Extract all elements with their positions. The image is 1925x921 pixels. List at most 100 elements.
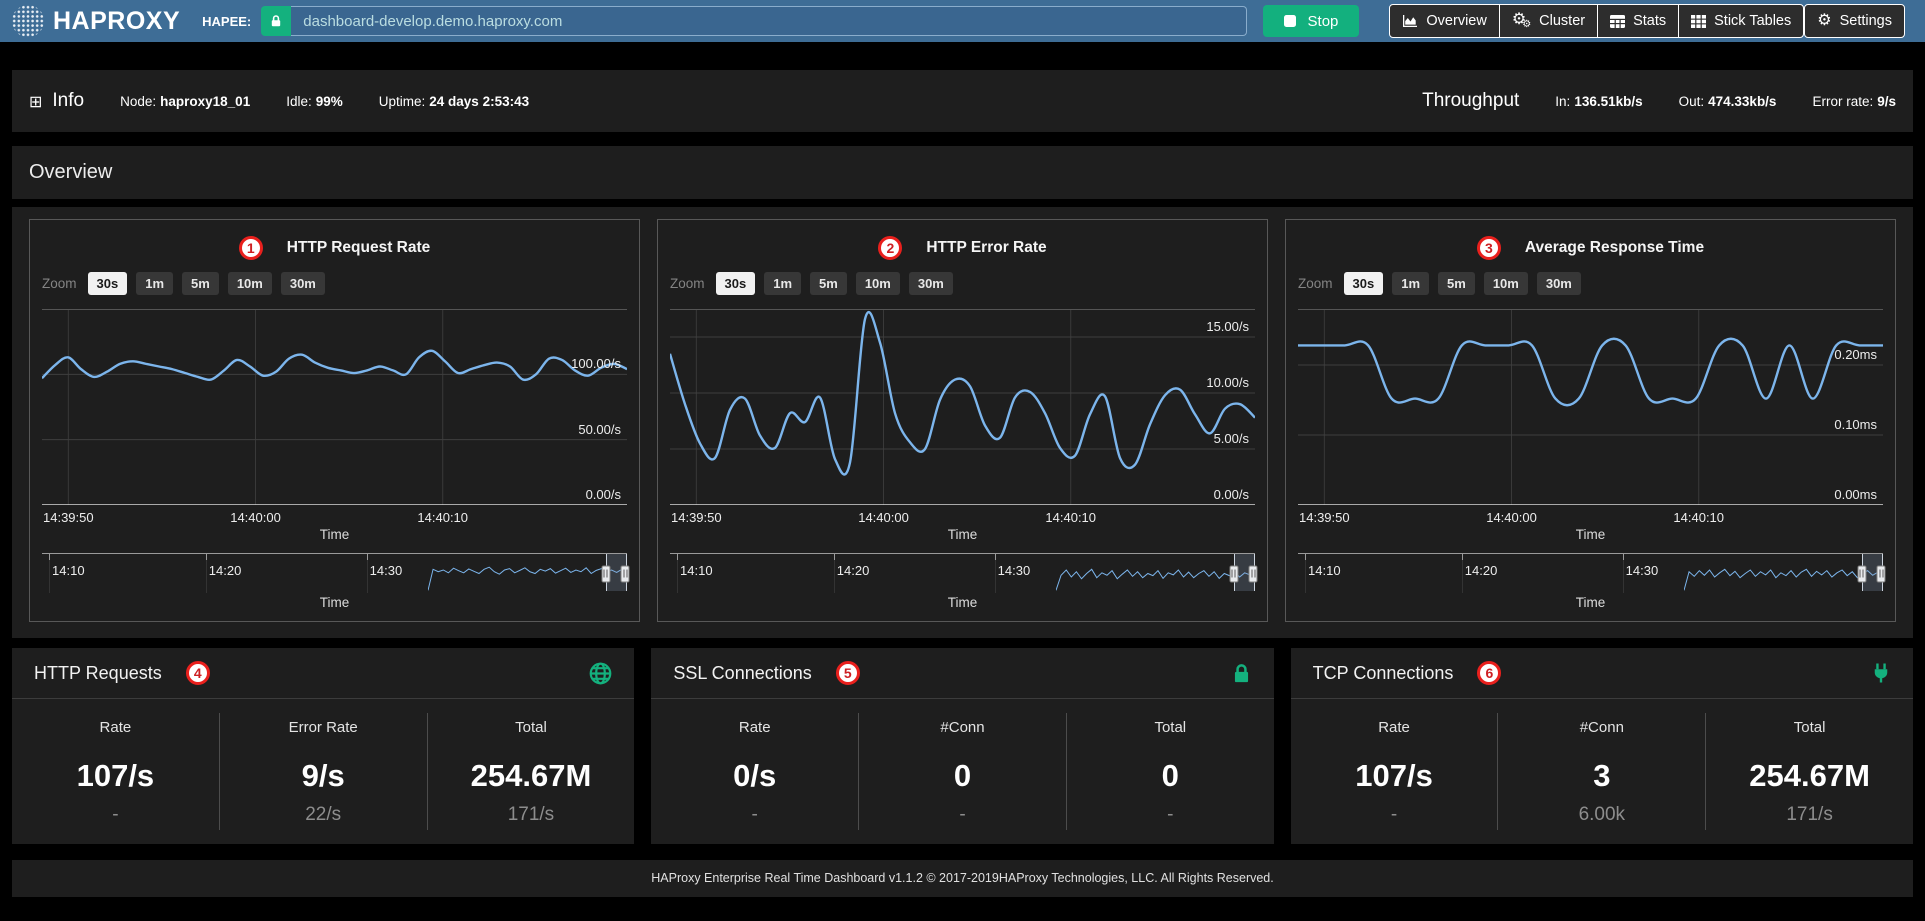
navigator-handle-right[interactable] (1877, 565, 1886, 582)
throughput-out-field: Out:474.33kb/s (1679, 94, 1777, 109)
navigator-tick (367, 554, 368, 560)
haproxy-logo-icon (12, 5, 44, 37)
x-axis-label: 14:39:50 (43, 510, 94, 525)
info-title-label: Info (52, 90, 84, 112)
metric-card-header: SSL Connections 5 (651, 648, 1273, 699)
stats-button[interactable]: Stats (1597, 4, 1679, 38)
navigator-tick-label: 14:30 (1626, 563, 1659, 578)
info-toggle[interactable]: ⊞ Info (29, 90, 84, 112)
metric-card: HTTP Requests 4 Rate107/s-Error Rate9/s2… (12, 648, 634, 844)
brand-title: HAPROXY (53, 7, 180, 36)
metric-sub-value: - (12, 804, 219, 830)
zoom-preset-30m[interactable]: 30m (909, 272, 953, 295)
top-navbar: HAPROXY HAPEE: dashboard-develop.demo.ha… (0, 0, 1925, 42)
navigator-handle-left[interactable] (601, 565, 610, 582)
lock-icon (269, 14, 283, 28)
grid-icon (1691, 15, 1706, 28)
zoom-control: Zoom 30s 1m 5m 10m 30m (1298, 272, 1883, 309)
zoom-preset-30m[interactable]: 30m (281, 272, 325, 295)
navigator-sparkline (428, 554, 627, 593)
zoom-preset-1m[interactable]: 1m (136, 272, 173, 295)
metric-sub-value: 6.00k (1498, 804, 1705, 830)
navigator-tick (1305, 554, 1306, 560)
metric-cards-row: HTTP Requests 4 Rate107/s-Error Rate9/s2… (12, 648, 1913, 844)
x-axis-label: 14:39:50 (1299, 510, 1350, 525)
gear-icon: ⚙ (1817, 13, 1831, 29)
ssl-lock-button[interactable] (261, 6, 291, 36)
table-icon (1610, 15, 1625, 28)
chart-panel: 1 HTTP Request Rate Zoom 30s1m5m10m30m 1… (29, 219, 640, 622)
zoom-preset-1m[interactable]: 1m (764, 272, 801, 295)
metric-card-header: HTTP Requests 4 (12, 648, 634, 699)
idle-field: Idle:99% (286, 94, 343, 109)
line-chart-svg (670, 309, 1255, 505)
y-axis-label: 0.00/s (1214, 487, 1249, 505)
navigator-tick (1462, 554, 1463, 560)
chart-navigator[interactable]: 14:1014:2014:30 (670, 553, 1255, 593)
chart-title-row: 2 HTTP Error Rate (670, 228, 1255, 272)
metric-sub-value: - (859, 804, 1066, 830)
stats-button-label: Stats (1633, 13, 1666, 29)
chart-navigator[interactable]: 14:1014:2014:30 (1298, 553, 1883, 593)
step-badge: 2 (878, 236, 902, 260)
zoom-preset-10m[interactable]: 10m (856, 272, 900, 295)
zoom-preset-10m[interactable]: 10m (228, 272, 272, 295)
metric-sub-value: 22/s (220, 804, 427, 830)
x-axis-label: 14:39:50 (671, 510, 722, 525)
metric-card-title: SSL Connections (673, 663, 811, 684)
cluster-button-label: Cluster (1539, 13, 1585, 29)
info-bar: ⊞ Info Node:haproxy18_01 Idle:99% Uptime… (12, 70, 1913, 132)
navigator-tick (677, 554, 678, 560)
plug-icon (1871, 663, 1891, 683)
zoom-preset-30s[interactable]: 30s (716, 272, 756, 295)
step-badge: 1 (239, 236, 263, 260)
metric-column-header: Rate (651, 713, 858, 758)
navigator-tick-label: 14:20 (209, 563, 242, 578)
navigator-tick (834, 554, 835, 560)
zoom-preset-5m[interactable]: 5m (810, 272, 847, 295)
navigator-handle-right[interactable] (621, 565, 630, 582)
zoom-preset-1m[interactable]: 1m (1392, 272, 1429, 295)
zoom-preset-10m[interactable]: 10m (1484, 272, 1528, 295)
chart-navigator[interactable]: 14:1014:2014:30 (42, 553, 627, 593)
overview-button[interactable]: Overview (1389, 4, 1499, 38)
stick-tables-button[interactable]: Stick Tables (1678, 4, 1804, 38)
throughput-title: Throughput (1422, 90, 1519, 112)
plus-square-icon: ⊞ (29, 92, 42, 112)
navigator-handle-left[interactable] (1857, 565, 1866, 582)
url-input[interactable]: dashboard-develop.demo.haproxy.com (291, 6, 1246, 36)
zoom-preset-30m[interactable]: 30m (1537, 272, 1581, 295)
zoom-preset-5m[interactable]: 5m (182, 272, 219, 295)
metric-value: 107/s (1291, 758, 1498, 804)
y-axis-label: 0.20ms (1834, 347, 1877, 365)
navigator-handle-left[interactable] (1229, 565, 1238, 582)
y-axis-label: 0.00/s (586, 487, 621, 505)
x-axis-label: 14:40:00 (1486, 510, 1537, 525)
zoom-preset-30s[interactable]: 30s (1344, 272, 1384, 295)
navigator-tick-label: 14:10 (52, 563, 85, 578)
zoom-preset-5m[interactable]: 5m (1438, 272, 1475, 295)
y-axis-label: 10.00/s (1206, 375, 1249, 393)
navigator-tick (995, 554, 996, 560)
x-axis-labels: 14:39:5014:40:0014:40:10 (670, 507, 1255, 527)
navigator-tick-label: 14:10 (1308, 563, 1341, 578)
stop-button[interactable]: Stop (1263, 5, 1360, 37)
zoom-preset-30s[interactable]: 30s (88, 272, 128, 295)
cluster-button[interactable]: ⚙⚙ Cluster (1499, 4, 1598, 38)
navigator-handle-right[interactable] (1249, 565, 1258, 582)
settings-button[interactable]: ⚙ Settings (1804, 4, 1905, 38)
charts-row: 1 HTTP Request Rate Zoom 30s 1m 5m 10m 30m 1… (12, 207, 1913, 638)
metric-card-columns: Rate107/s-Error Rate9/s22/sTotal254.67M1… (12, 699, 634, 838)
metric-column-header: #Conn (859, 713, 1066, 758)
metric-column: #Conn0- (858, 713, 1066, 830)
zoom-label: Zoom (1298, 276, 1333, 291)
chart-panel: 2 HTTP Error Rate Zoom 30s1m5m10m30m 15.… (657, 219, 1268, 622)
metric-column-header: Error Rate (220, 713, 427, 758)
throughput-in-field: In:136.51kb/s (1555, 94, 1642, 109)
metric-column-header: #Conn (1498, 713, 1705, 758)
chart-title: HTTP Request Rate (287, 239, 431, 257)
lock-icon (1231, 663, 1252, 684)
navigator-tick-label: 14:10 (680, 563, 713, 578)
stick-tables-button-label: Stick Tables (1714, 13, 1791, 29)
metric-card-columns: Rate107/s-#Conn36.00kTotal254.67M171/s (1291, 699, 1913, 838)
